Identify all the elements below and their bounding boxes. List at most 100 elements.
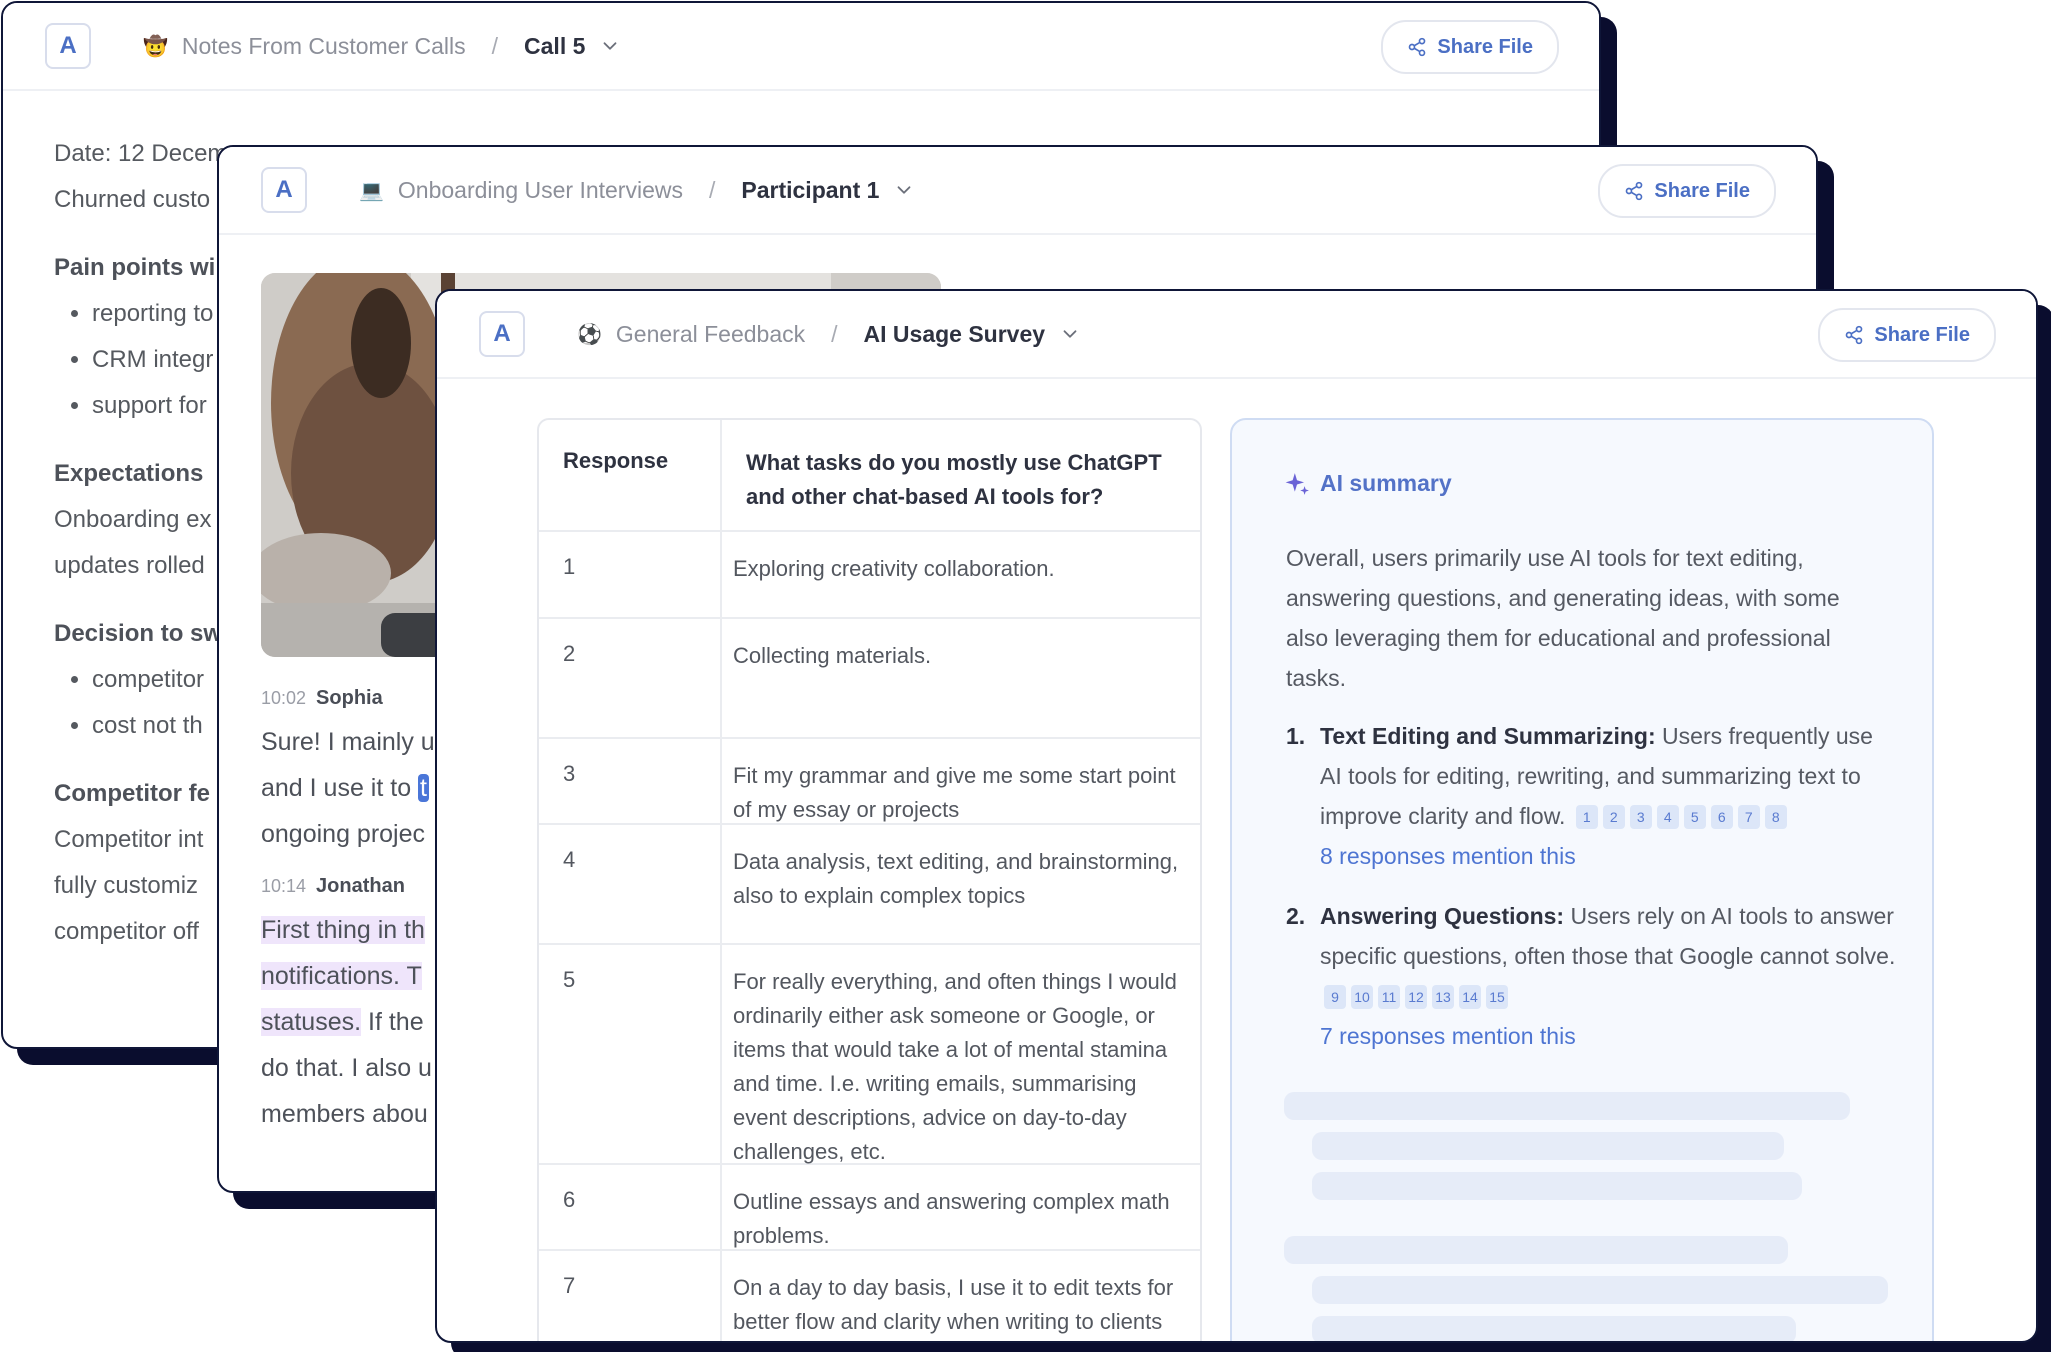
doc-line: fully customiz bbox=[54, 872, 199, 899]
share-icon bbox=[1846, 325, 1863, 345]
highlighted-text[interactable]: statuses. bbox=[261, 1008, 362, 1036]
list-item: support for bbox=[92, 383, 227, 429]
response-ref-badge[interactable]: 2 bbox=[1602, 805, 1625, 829]
doc-heading-expectations: Expectations bbox=[54, 460, 204, 487]
summary-item-body: Text Editing and Summarizing: Users freq… bbox=[1320, 716, 1898, 876]
summary-item-title: Text Editing and Summarizing: bbox=[1320, 723, 1656, 749]
breadcrumb-current[interactable]: Participant 1 bbox=[741, 177, 879, 204]
decision-list: competitor cost not th bbox=[54, 657, 227, 749]
chevron-down-icon[interactable] bbox=[599, 35, 621, 57]
table-row[interactable]: 7 On a day to day basis, I use it to edi… bbox=[539, 1251, 1200, 1341]
list-item: CRM integr bbox=[92, 337, 227, 383]
ai-summary-panel: AI summary Overall, users primarily use … bbox=[1230, 418, 1934, 1341]
list-item: reporting to bbox=[92, 291, 227, 337]
ai-summary-label: AI summary bbox=[1320, 470, 1452, 496]
share-icon bbox=[1626, 181, 1643, 201]
table-cell-answer: For really everything, and often things … bbox=[733, 969, 1177, 1164]
doc-heading-decision: Decision to sw bbox=[54, 620, 223, 647]
highlight-tag[interactable]: t bbox=[418, 774, 429, 802]
loading-skeleton-line bbox=[1284, 1236, 1788, 1264]
share-file-button[interactable]: Share File bbox=[1598, 164, 1776, 218]
loading-skeleton-line bbox=[1312, 1316, 1796, 1341]
response-ref-badge[interactable]: 14 bbox=[1459, 985, 1481, 1009]
responses-mention-link[interactable]: 8 responses mention this bbox=[1320, 836, 1898, 876]
breadcrumb: ⚽ General Feedback / AI Usage Survey bbox=[577, 291, 1081, 377]
table-row[interactable]: 2 Collecting materials. bbox=[539, 619, 1200, 739]
table-cell-id: 4 bbox=[539, 825, 722, 943]
sparkle-icon bbox=[1285, 472, 1309, 495]
speaker-name: Jonathan bbox=[316, 875, 405, 897]
response-ref-badge[interactable]: 11 bbox=[1378, 985, 1400, 1009]
response-ref-badge[interactable]: 1 bbox=[1575, 805, 1598, 829]
window-header: A 💻 Onboarding User Interviews / Partici… bbox=[219, 147, 1816, 235]
doc-line: updates rolled bbox=[54, 552, 205, 579]
doc-date: Date: 12 Decem bbox=[54, 140, 228, 167]
response-ref-badge[interactable]: 13 bbox=[1432, 985, 1454, 1009]
response-ref-badge[interactable]: 8 bbox=[1764, 805, 1787, 829]
response-ref-badge[interactable]: 5 bbox=[1683, 805, 1706, 829]
response-ref-badge[interactable]: 3 bbox=[1629, 805, 1652, 829]
doc-line: competitor off bbox=[54, 918, 199, 945]
response-ref-badge[interactable]: 7 bbox=[1737, 805, 1760, 829]
column-header-response[interactable]: Response bbox=[539, 420, 722, 530]
table-row[interactable]: 5 For really everything, and often thing… bbox=[539, 945, 1200, 1165]
window-ai-usage-survey: A ⚽ General Feedback / AI Usage Survey S… bbox=[435, 289, 2038, 1343]
app-logo[interactable]: A bbox=[261, 167, 307, 213]
app-logo[interactable]: A bbox=[45, 23, 91, 69]
summary-item: 2. Answering Questions: Users rely on AI… bbox=[1286, 896, 1898, 1056]
breadcrumb-separator: / bbox=[491, 32, 499, 59]
highlighted-text[interactable]: notifications. T bbox=[261, 962, 422, 990]
call-notes-document: Date: 12 Decem Churned custo Pain points… bbox=[54, 131, 227, 955]
cowboy-emoji-icon: 🤠 bbox=[143, 35, 168, 58]
transcript-text: and I use it to bbox=[261, 774, 419, 802]
summary-list: 1. Text Editing and Summarizing: Users f… bbox=[1286, 716, 1898, 1076]
column-header-question[interactable]: What tasks do you mostly use ChatGPT and… bbox=[722, 420, 1200, 530]
breadcrumb-separator: / bbox=[708, 176, 716, 203]
response-ref-badge[interactable]: 12 bbox=[1405, 985, 1427, 1009]
timestamp[interactable]: 10:14 bbox=[261, 876, 306, 896]
loading-skeleton-line bbox=[1312, 1172, 1802, 1200]
table-cell-answer: On a day to day basis, I use it to edit … bbox=[733, 1275, 1174, 1334]
table-row[interactable]: 4 Data analysis, text editing, and brain… bbox=[539, 825, 1200, 945]
table-cell-answer: Data analysis, text editing, and brainst… bbox=[733, 849, 1179, 908]
share-file-button[interactable]: Share File bbox=[1818, 308, 1996, 362]
loading-skeleton-line bbox=[1284, 1092, 1850, 1120]
response-ref-badge[interactable]: 4 bbox=[1656, 805, 1679, 829]
breadcrumb-separator: / bbox=[831, 320, 838, 347]
response-ref-badges: 1 2 3 4 5 6 7 8 bbox=[1575, 805, 1787, 829]
summary-item: 1. Text Editing and Summarizing: Users f… bbox=[1286, 716, 1898, 876]
highlighted-text[interactable]: First thing in th bbox=[261, 916, 425, 944]
window-header: A ⚽ General Feedback / AI Usage Survey S… bbox=[437, 291, 2036, 379]
response-ref-badge[interactable]: 15 bbox=[1486, 985, 1508, 1009]
share-file-label: Share File bbox=[1437, 35, 1533, 58]
summary-item-title: Answering Questions: bbox=[1320, 903, 1565, 929]
breadcrumb-current[interactable]: Call 5 bbox=[524, 33, 585, 60]
breadcrumb: 💻 Onboarding User Interviews / Participa… bbox=[359, 147, 915, 233]
response-ref-badge[interactable]: 10 bbox=[1351, 985, 1373, 1009]
soccer-ball-emoji-icon: ⚽ bbox=[577, 323, 602, 346]
table-row[interactable]: 3 Fit my grammar and give me some start … bbox=[539, 739, 1200, 825]
summary-item-number: 1. bbox=[1286, 723, 1306, 749]
doc-line: Competitor int bbox=[54, 826, 204, 853]
breadcrumb-current[interactable]: AI Usage Survey bbox=[864, 321, 1046, 348]
breadcrumb-parent[interactable]: Notes From Customer Calls bbox=[182, 33, 466, 60]
table-cell-id: 2 bbox=[539, 619, 722, 737]
table-row[interactable]: 1 Exploring creativity collaboration. bbox=[539, 532, 1200, 619]
timestamp[interactable]: 10:02 bbox=[261, 688, 306, 708]
share-file-button[interactable]: Share File bbox=[1381, 20, 1559, 74]
responses-mention-link[interactable]: 7 responses mention this bbox=[1320, 1016, 1898, 1056]
chevron-down-icon[interactable] bbox=[1059, 323, 1081, 345]
table-row[interactable]: 6 Outline essays and answering complex m… bbox=[539, 1165, 1200, 1251]
table-cell-answer: Collecting materials. bbox=[733, 643, 932, 668]
table-cell-answer: Fit my grammar and give me some start po… bbox=[733, 763, 1176, 822]
breadcrumb-parent[interactable]: Onboarding User Interviews bbox=[398, 177, 683, 204]
breadcrumb-parent[interactable]: General Feedback bbox=[616, 321, 805, 348]
summary-item-number: 2. bbox=[1286, 903, 1306, 929]
chevron-down-icon[interactable] bbox=[893, 179, 915, 201]
summary-item-body: Answering Questions: Users rely on AI to… bbox=[1320, 896, 1898, 1056]
response-ref-badge[interactable]: 9 bbox=[1324, 985, 1346, 1009]
app-logo[interactable]: A bbox=[479, 311, 525, 357]
laptop-emoji-icon: 💻 bbox=[359, 179, 384, 202]
pain-points-list: reporting to CRM integr support for bbox=[54, 291, 227, 429]
response-ref-badge[interactable]: 6 bbox=[1710, 805, 1733, 829]
